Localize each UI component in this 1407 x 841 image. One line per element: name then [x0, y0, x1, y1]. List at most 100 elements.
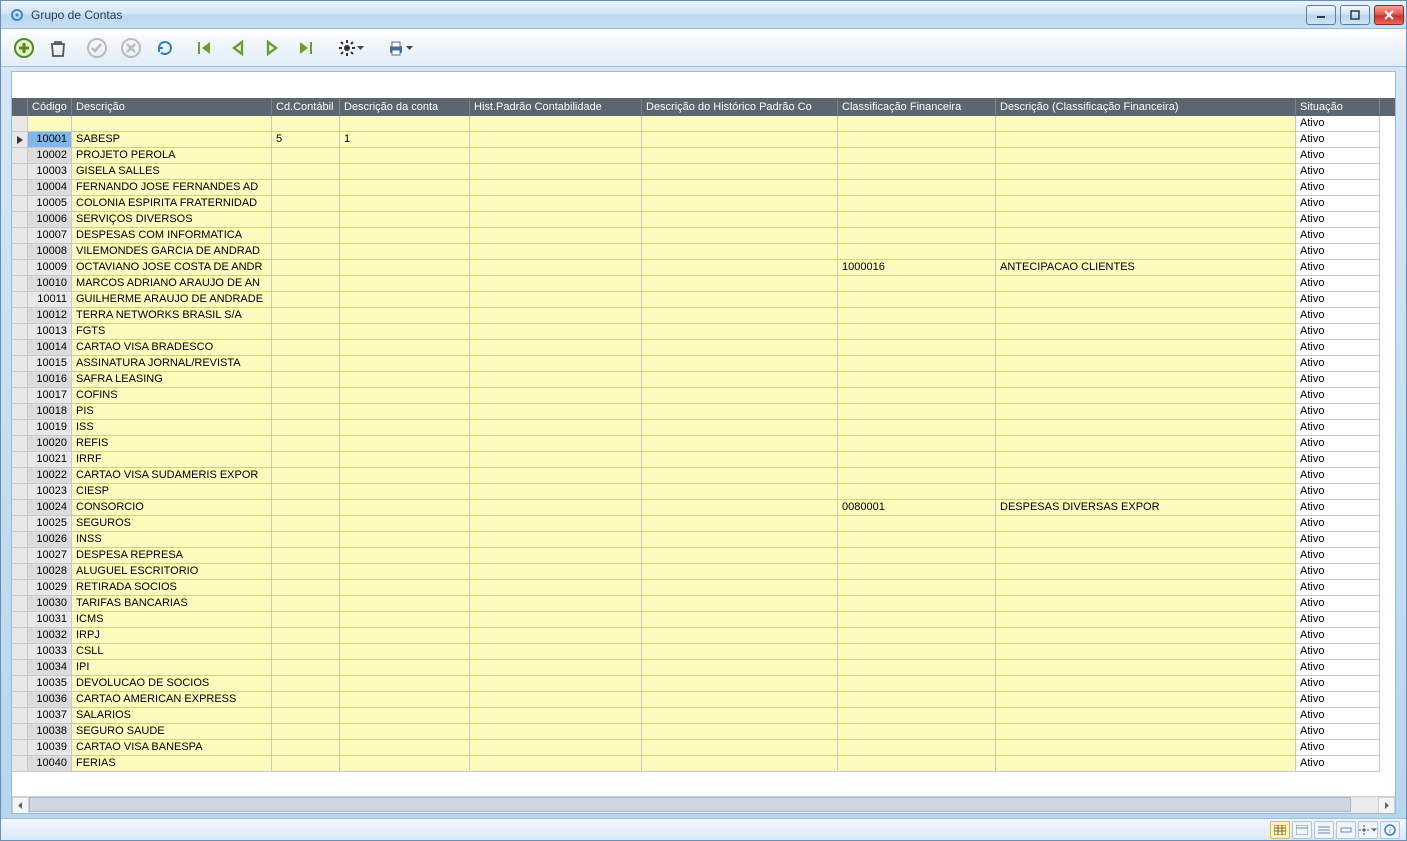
cell-codigo[interactable]: 10033: [28, 644, 72, 660]
cell-codigo[interactable]: 10014: [28, 340, 72, 356]
table-row[interactable]: 10034IPIAtivo: [12, 660, 1395, 676]
table-row[interactable]: 10023CIESPAtivo: [12, 484, 1395, 500]
cell-descClassFin[interactable]: [996, 468, 1296, 484]
cell-descricao[interactable]: OCTAVIANO JOSE COSTA DE ANDR: [72, 260, 272, 276]
cell-descHistPadrao[interactable]: [642, 356, 838, 372]
cell-histPadrao[interactable]: [470, 180, 642, 196]
cell-descConta[interactable]: [340, 356, 470, 372]
cell-cdContabil[interactable]: [272, 340, 340, 356]
grid-body[interactable]: 10001SABESP51Ativo10002PROJETO PEROLAAti…: [12, 132, 1395, 796]
cell-descClassFin[interactable]: [996, 388, 1296, 404]
cell-classFin[interactable]: [838, 356, 996, 372]
cell-descClassFin[interactable]: [996, 532, 1296, 548]
cell-descricao[interactable]: CARTAO VISA BANESPA: [72, 740, 272, 756]
cell-descHistPadrao[interactable]: [642, 180, 838, 196]
cell-cdContabil[interactable]: [272, 420, 340, 436]
cell-descClassFin[interactable]: [996, 660, 1296, 676]
cell-classFin[interactable]: [838, 676, 996, 692]
cell-descClassFin[interactable]: [996, 196, 1296, 212]
cell-situacao[interactable]: Ativo: [1296, 484, 1380, 500]
cell-histPadrao[interactable]: [470, 596, 642, 612]
cell-cdContabil[interactable]: [272, 388, 340, 404]
refresh-button[interactable]: [150, 33, 180, 63]
table-row[interactable]: 10001SABESP51Ativo: [12, 132, 1395, 148]
cell-codigo[interactable]: 10034: [28, 660, 72, 676]
cell-histPadrao[interactable]: [470, 468, 642, 484]
cell-descClassFin[interactable]: [996, 356, 1296, 372]
cell-descConta[interactable]: [340, 276, 470, 292]
cell-descClassFin[interactable]: [996, 596, 1296, 612]
view-compact-button[interactable]: [1336, 821, 1356, 839]
cell-descricao[interactable]: TARIFAS BANCARIAS: [72, 596, 272, 612]
cell-situacao[interactable]: Ativo: [1296, 196, 1380, 212]
cell-descricao[interactable]: REFIS: [72, 436, 272, 452]
cell-descricao[interactable]: SALARIOS: [72, 708, 272, 724]
table-row[interactable]: 10007DESPESAS COM INFORMATICAAtivo: [12, 228, 1395, 244]
cell-situacao[interactable]: Ativo: [1296, 516, 1380, 532]
horizontal-scrollbar[interactable]: [12, 796, 1395, 813]
cell-descHistPadrao[interactable]: [642, 212, 838, 228]
table-row[interactable]: 10021IRRFAtivo: [12, 452, 1395, 468]
cell-situacao[interactable]: Ativo: [1296, 628, 1380, 644]
cell-codigo[interactable]: 10038: [28, 724, 72, 740]
cell-descClassFin[interactable]: [996, 484, 1296, 500]
cell-situacao[interactable]: Ativo: [1296, 612, 1380, 628]
cell-histPadrao[interactable]: [470, 228, 642, 244]
cell-situacao[interactable]: Ativo: [1296, 580, 1380, 596]
delete-button[interactable]: [43, 33, 73, 63]
cell-codigo[interactable]: 10011: [28, 292, 72, 308]
titlebar[interactable]: Grupo de Contas: [1, 1, 1406, 29]
statusbar-settings-button[interactable]: [1358, 821, 1378, 839]
cell-descricao[interactable]: CIESP: [72, 484, 272, 500]
cell-descricao[interactable]: GUILHERME ARAUJO DE ANDRADE: [72, 292, 272, 308]
cell-descConta[interactable]: [340, 500, 470, 516]
cell-histPadrao[interactable]: [470, 244, 642, 260]
cell-codigo[interactable]: 10008: [28, 244, 72, 260]
cell-situacao[interactable]: Ativo: [1296, 660, 1380, 676]
cell-descClassFin[interactable]: [996, 212, 1296, 228]
cell-histPadrao[interactable]: [470, 676, 642, 692]
cell-cdContabil[interactable]: [272, 212, 340, 228]
cell-descConta[interactable]: [340, 644, 470, 660]
cell-descricao[interactable]: INSS: [72, 532, 272, 548]
cell-descClassFin[interactable]: [996, 228, 1296, 244]
cell-histPadrao[interactable]: [470, 500, 642, 516]
cell-histPadrao[interactable]: [470, 276, 642, 292]
cell-descConta[interactable]: [340, 756, 470, 772]
cell-descClassFin[interactable]: [996, 276, 1296, 292]
cell-codigo[interactable]: 10028: [28, 564, 72, 580]
cell-classFin[interactable]: [838, 644, 996, 660]
cell-histPadrao[interactable]: [470, 516, 642, 532]
col-class-fin[interactable]: Classificação Financeira: [838, 99, 996, 115]
cell-cdContabil[interactable]: [272, 724, 340, 740]
cell-cdContabil[interactable]: [272, 516, 340, 532]
cell-situacao[interactable]: Ativo: [1296, 420, 1380, 436]
cell-histPadrao[interactable]: [470, 132, 642, 148]
cell-descHistPadrao[interactable]: [642, 516, 838, 532]
cell-descClassFin[interactable]: [996, 612, 1296, 628]
table-row[interactable]: 10027DESPESA REPRESAAtivo: [12, 548, 1395, 564]
cell-codigo[interactable]: 10027: [28, 548, 72, 564]
cell-descHistPadrao[interactable]: [642, 628, 838, 644]
cell-descricao[interactable]: PROJETO PEROLA: [72, 148, 272, 164]
cancel-button[interactable]: [116, 33, 146, 63]
cell-codigo[interactable]: 10017: [28, 388, 72, 404]
cell-classFin[interactable]: [838, 692, 996, 708]
cell-descHistPadrao[interactable]: [642, 324, 838, 340]
table-row[interactable]: 10030TARIFAS BANCARIASAtivo: [12, 596, 1395, 612]
cell-histPadrao[interactable]: [470, 644, 642, 660]
last-record-button[interactable]: [291, 33, 321, 63]
cell-histPadrao[interactable]: [470, 612, 642, 628]
cell-situacao[interactable]: Ativo: [1296, 260, 1380, 276]
settings-button[interactable]: [330, 33, 370, 63]
cell-descricao[interactable]: CONSORCIO: [72, 500, 272, 516]
table-row[interactable]: 10040FERIASAtivo: [12, 756, 1395, 772]
cell-descricao[interactable]: SAFRA LEASING: [72, 372, 272, 388]
cell-situacao[interactable]: Ativo: [1296, 292, 1380, 308]
scroll-right-button[interactable]: [1378, 797, 1395, 814]
cell-descHistPadrao[interactable]: [642, 660, 838, 676]
cell-descConta[interactable]: [340, 692, 470, 708]
cell-descClassFin[interactable]: [996, 372, 1296, 388]
cell-descClassFin[interactable]: [996, 452, 1296, 468]
table-row[interactable]: 10017COFINSAtivo: [12, 388, 1395, 404]
